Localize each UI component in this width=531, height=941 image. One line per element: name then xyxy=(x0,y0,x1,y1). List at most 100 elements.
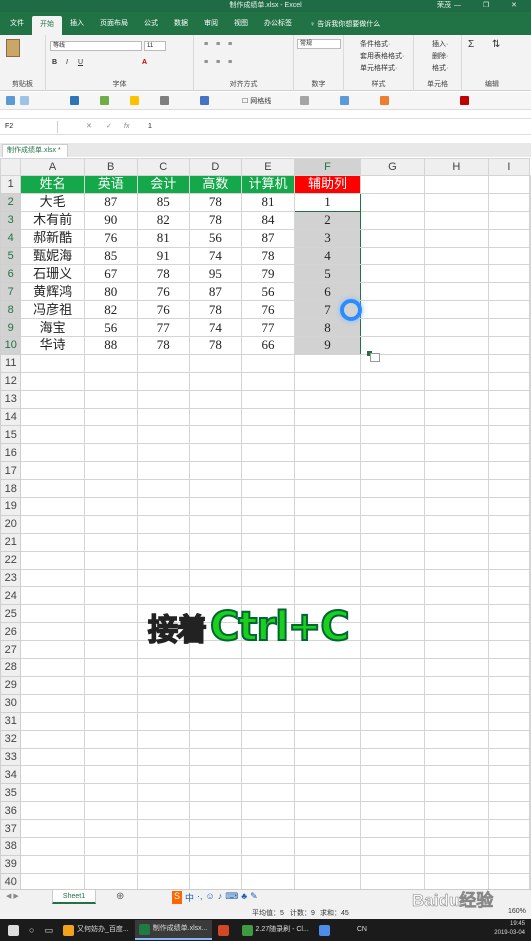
cell-H22[interactable] xyxy=(423,550,489,570)
mic-icon[interactable]: ♪ xyxy=(218,891,223,904)
cell-I23[interactable] xyxy=(487,568,531,588)
cell-D33[interactable] xyxy=(188,747,242,767)
cell-B31[interactable] xyxy=(83,711,138,731)
cell-H12[interactable] xyxy=(423,371,489,391)
cell-H21[interactable] xyxy=(423,532,489,552)
quick-analysis-icon[interactable] xyxy=(370,353,380,362)
cell-H33[interactable] xyxy=(423,747,489,767)
row-header-27[interactable]: 27 xyxy=(0,640,22,660)
font-name-select[interactable]: 等线 xyxy=(50,41,142,51)
cell-I8[interactable] xyxy=(487,300,531,320)
cell-G24[interactable] xyxy=(359,586,425,606)
cell-B34[interactable] xyxy=(83,765,138,785)
row-header-8[interactable]: 8 xyxy=(0,300,22,320)
cell-F5[interactable]: 4 xyxy=(293,246,361,266)
cell-G16[interactable] xyxy=(359,443,425,463)
window-controls[interactable]: — ❐ ✕ xyxy=(454,0,527,12)
cell-F1[interactable]: 辅助列 xyxy=(293,175,361,194)
cell-B30[interactable] xyxy=(83,693,138,713)
cell-G23[interactable] xyxy=(359,568,425,588)
cell-D3[interactable]: 78 xyxy=(188,210,242,230)
tab-view[interactable]: 视图 xyxy=(226,15,256,32)
cell-A35[interactable] xyxy=(20,783,85,803)
cell-H30[interactable] xyxy=(423,693,489,713)
row-header-10[interactable]: 10 xyxy=(0,336,22,355)
column-header-i[interactable]: I xyxy=(487,158,531,176)
cell-I2[interactable] xyxy=(487,192,531,212)
cell-A14[interactable] xyxy=(20,407,85,427)
cell-D23[interactable] xyxy=(188,568,242,588)
cell-B14[interactable] xyxy=(83,407,138,427)
cell-A7[interactable]: 黄辉鸿 xyxy=(20,282,85,302)
cell-E11[interactable] xyxy=(240,353,295,373)
cell-A39[interactable] xyxy=(20,854,85,874)
cell-B23[interactable] xyxy=(83,568,138,588)
cell-G5[interactable] xyxy=(359,246,425,266)
cell-B22[interactable] xyxy=(83,550,138,570)
cell-G12[interactable] xyxy=(359,371,425,391)
cell-F6[interactable]: 5 xyxy=(293,264,361,284)
cell-I24[interactable] xyxy=(487,586,531,606)
cell-G29[interactable] xyxy=(359,675,425,695)
enter-icon[interactable]: ✓ xyxy=(106,121,112,133)
cell-I14[interactable] xyxy=(487,407,531,427)
cell-B39[interactable] xyxy=(83,854,138,874)
cell-E1[interactable]: 计算机 xyxy=(240,175,295,194)
cell-C39[interactable] xyxy=(136,854,190,874)
cell-I22[interactable] xyxy=(487,550,531,570)
cell-C17[interactable] xyxy=(136,461,190,481)
cell-E29[interactable] xyxy=(240,675,295,695)
cell-I34[interactable] xyxy=(487,765,531,785)
cell-H38[interactable] xyxy=(423,836,489,856)
cell-D7[interactable]: 87 xyxy=(188,282,242,302)
cell-E5[interactable]: 78 xyxy=(240,246,295,266)
cell-D37[interactable] xyxy=(188,819,242,838)
cell-C23[interactable] xyxy=(136,568,190,588)
cell-F11[interactable] xyxy=(293,353,361,373)
cell-C20[interactable] xyxy=(136,514,190,534)
cell-H27[interactable] xyxy=(423,640,489,660)
cell-I36[interactable] xyxy=(487,801,531,821)
cell-B26[interactable] xyxy=(83,622,138,642)
row-header-23[interactable]: 23 xyxy=(0,568,22,588)
autosum-icon[interactable]: Σ xyxy=(468,39,474,50)
cell-C15[interactable] xyxy=(136,425,190,445)
filter-icon[interactable] xyxy=(130,96,139,105)
cell-A10[interactable]: 华诗 xyxy=(20,336,85,355)
cell-E18[interactable] xyxy=(240,479,295,499)
cell-A23[interactable] xyxy=(20,568,85,588)
cell-H36[interactable] xyxy=(423,801,489,821)
cell-B17[interactable] xyxy=(83,461,138,481)
cell-H8[interactable] xyxy=(423,300,489,320)
cell-A11[interactable] xyxy=(20,353,85,373)
underline-button[interactable]: U xyxy=(78,59,83,66)
cell-D28[interactable] xyxy=(188,658,242,677)
cell-extra[interactable] xyxy=(529,461,531,481)
cell-H23[interactable] xyxy=(423,568,489,588)
cell-A6[interactable]: 石珊义 xyxy=(20,264,85,284)
cell-I16[interactable] xyxy=(487,443,531,463)
cell-I1[interactable] xyxy=(487,175,531,194)
cell-A31[interactable] xyxy=(20,711,85,731)
cell-D11[interactable] xyxy=(188,353,242,373)
row-header-36[interactable]: 36 xyxy=(0,801,22,821)
cell-C5[interactable]: 91 xyxy=(136,246,190,266)
cell-B29[interactable] xyxy=(83,675,138,695)
cell-H15[interactable] xyxy=(423,425,489,445)
cell-H35[interactable] xyxy=(423,783,489,803)
tab-home[interactable]: 开始 xyxy=(32,16,62,35)
cell-F14[interactable] xyxy=(293,407,361,427)
column-header-g[interactable]: G xyxy=(359,158,425,176)
cell-H28[interactable] xyxy=(423,658,489,677)
cell-A32[interactable] xyxy=(20,729,85,749)
cell-E12[interactable] xyxy=(240,371,295,391)
row-header-38[interactable]: 38 xyxy=(0,836,22,856)
cell-H25[interactable] xyxy=(423,604,489,624)
cell-H13[interactable] xyxy=(423,389,489,409)
cell-E34[interactable] xyxy=(240,765,295,785)
cell-E14[interactable] xyxy=(240,407,295,427)
cell-F23[interactable] xyxy=(293,568,361,588)
cell-C32[interactable] xyxy=(136,729,190,749)
tell-me-search[interactable]: ♀ 告诉我你想要做什么 xyxy=(310,19,380,29)
cell-extra[interactable] xyxy=(529,836,531,856)
